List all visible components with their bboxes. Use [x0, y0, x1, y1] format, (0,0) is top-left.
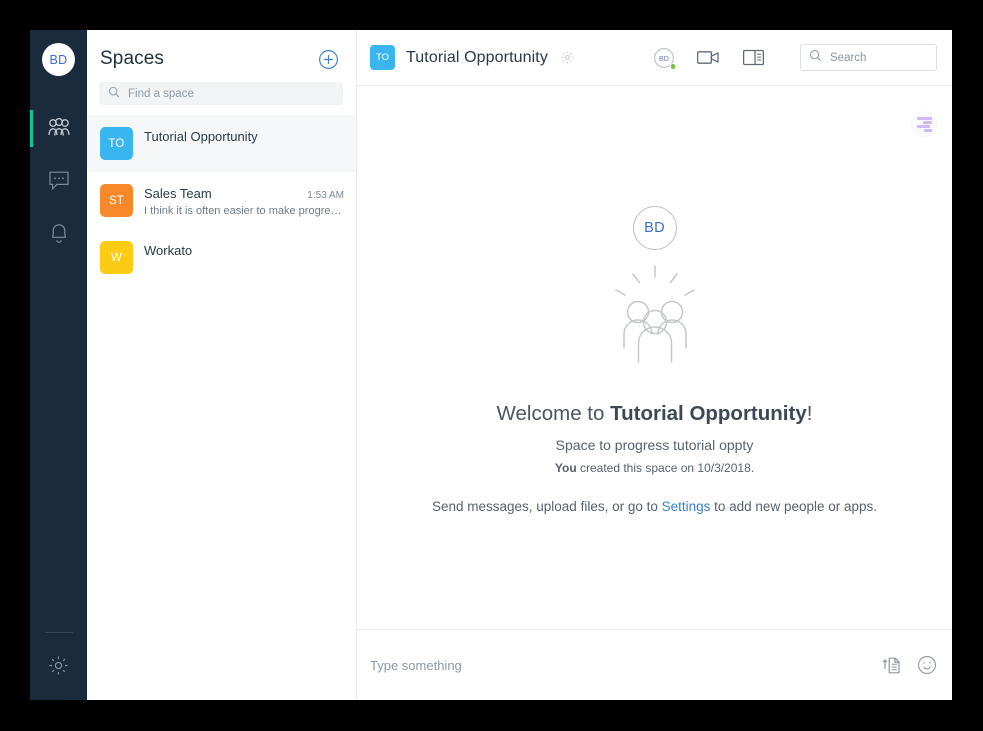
- spaces-title: Spaces: [100, 48, 164, 69]
- welcome-heading-suffix: !: [806, 402, 813, 425]
- space-avatar: ST: [100, 184, 133, 217]
- emoji-picker-button[interactable]: [917, 655, 937, 675]
- welcome-subtitle: Space to progress tutorial oppty: [555, 437, 754, 453]
- welcome-heading-prefix: Welcome to: [496, 402, 611, 425]
- space-avatar: W: [100, 241, 133, 274]
- rail-item-messages[interactable]: [30, 154, 87, 206]
- welcome-cta-suffix: to add new people or apps.: [710, 499, 878, 514]
- space-list: TO Tutorial Opportunity ST Sales Team 1:…: [87, 115, 356, 700]
- toggle-side-panel-button[interactable]: [742, 48, 765, 67]
- svg-text:BD: BD: [659, 54, 669, 63]
- space-settings-button[interactable]: [560, 50, 575, 65]
- sidebar-toggle-icon: [742, 49, 765, 71]
- smiley-icon: [917, 655, 937, 679]
- rail-item-settings[interactable]: [47, 654, 70, 682]
- welcome-meta: You created this space on 10/3/2018.: [555, 461, 754, 475]
- find-space-input[interactable]: [128, 87, 334, 100]
- space-preview: I think it is often easier to make progr…: [144, 205, 344, 217]
- start-call-button[interactable]: [696, 48, 721, 67]
- space-header: TO Tutorial Opportunity BD: [357, 30, 952, 86]
- search-icon: [108, 85, 120, 103]
- people-group-icon: [46, 117, 72, 139]
- header-actions: BD: [653, 47, 765, 70]
- people-illustration-icon: [605, 262, 705, 372]
- space-list-item-workato[interactable]: W Workato: [87, 229, 356, 286]
- space-avatar: TO: [100, 127, 133, 160]
- skeleton-lines-icon: [917, 117, 932, 132]
- message-area: BD Welcome to Tutorial Opportunity! Spac…: [357, 86, 952, 630]
- search-input[interactable]: [830, 51, 928, 64]
- space-header-avatar: TO: [370, 45, 395, 70]
- rail-divider: [44, 632, 73, 633]
- attach-file-button[interactable]: [882, 655, 901, 675]
- chat-bubble-icon: [47, 169, 71, 192]
- rail-item-spaces[interactable]: [30, 102, 87, 154]
- welcome-block: BD Welcome to Tutorial Opportunity! Spac…: [357, 206, 952, 514]
- gear-icon: [560, 51, 575, 69]
- presence-avatar-button[interactable]: BD: [653, 47, 676, 70]
- message-composer: [357, 630, 952, 700]
- welcome-heading: Welcome to Tutorial Opportunity!: [497, 402, 813, 426]
- welcome-heading-space: Tutorial Opportunity: [610, 402, 807, 425]
- rail-bottom: [30, 632, 87, 700]
- message-input[interactable]: [370, 657, 870, 673]
- spaces-header: Spaces: [87, 30, 356, 70]
- welcome-cta-prefix: Send messages, upload files, or go to: [431, 499, 662, 514]
- rail-item-notifications[interactable]: [30, 206, 87, 258]
- add-space-button[interactable]: [318, 49, 339, 70]
- gear-icon: [47, 654, 70, 682]
- search-icon: [809, 49, 822, 67]
- space-time: 1:53 AM: [307, 190, 344, 201]
- welcome-settings-link[interactable]: Settings: [662, 499, 711, 514]
- space-name: Sales Team: [144, 186, 212, 201]
- composer-actions: [882, 655, 937, 675]
- message-loading-placeholder: [911, 111, 938, 138]
- welcome-cta: Send messages, upload files, or go to Se…: [432, 499, 877, 514]
- app-window: BD Spaces Find a space TO Tutorial Oppor…: [30, 30, 952, 700]
- space-name: Tutorial Opportunity: [144, 129, 258, 144]
- space-list-item-tutorial-opportunity[interactable]: TO Tutorial Opportunity: [87, 115, 356, 172]
- user-avatar[interactable]: BD: [42, 43, 75, 76]
- space-list-item-sales-team[interactable]: ST Sales Team 1:53 AM I think it is ofte…: [87, 172, 356, 229]
- find-space-wrap: [87, 70, 356, 105]
- presence-status-dot: [669, 63, 676, 70]
- main-panel: TO Tutorial Opportunity BD Search BD Wel…: [357, 30, 952, 700]
- search-box[interactable]: [800, 44, 937, 71]
- welcome-avatar: BD: [632, 206, 677, 250]
- welcome-meta-you: You: [554, 461, 577, 475]
- spaces-sidebar: Spaces Find a space TO Tutorial Opportun…: [87, 30, 357, 700]
- space-header-title: Tutorial Opportunity: [406, 48, 548, 66]
- find-space-box[interactable]: [99, 82, 343, 105]
- left-rail: BD: [30, 30, 87, 700]
- rail-nav: [30, 102, 87, 258]
- space-name: Workato: [144, 243, 193, 258]
- file-upload-icon: [882, 657, 901, 679]
- welcome-meta-rest: created this space on 10/3/2018.: [576, 461, 755, 475]
- video-camera-icon: [696, 51, 721, 71]
- bell-icon: [48, 221, 70, 244]
